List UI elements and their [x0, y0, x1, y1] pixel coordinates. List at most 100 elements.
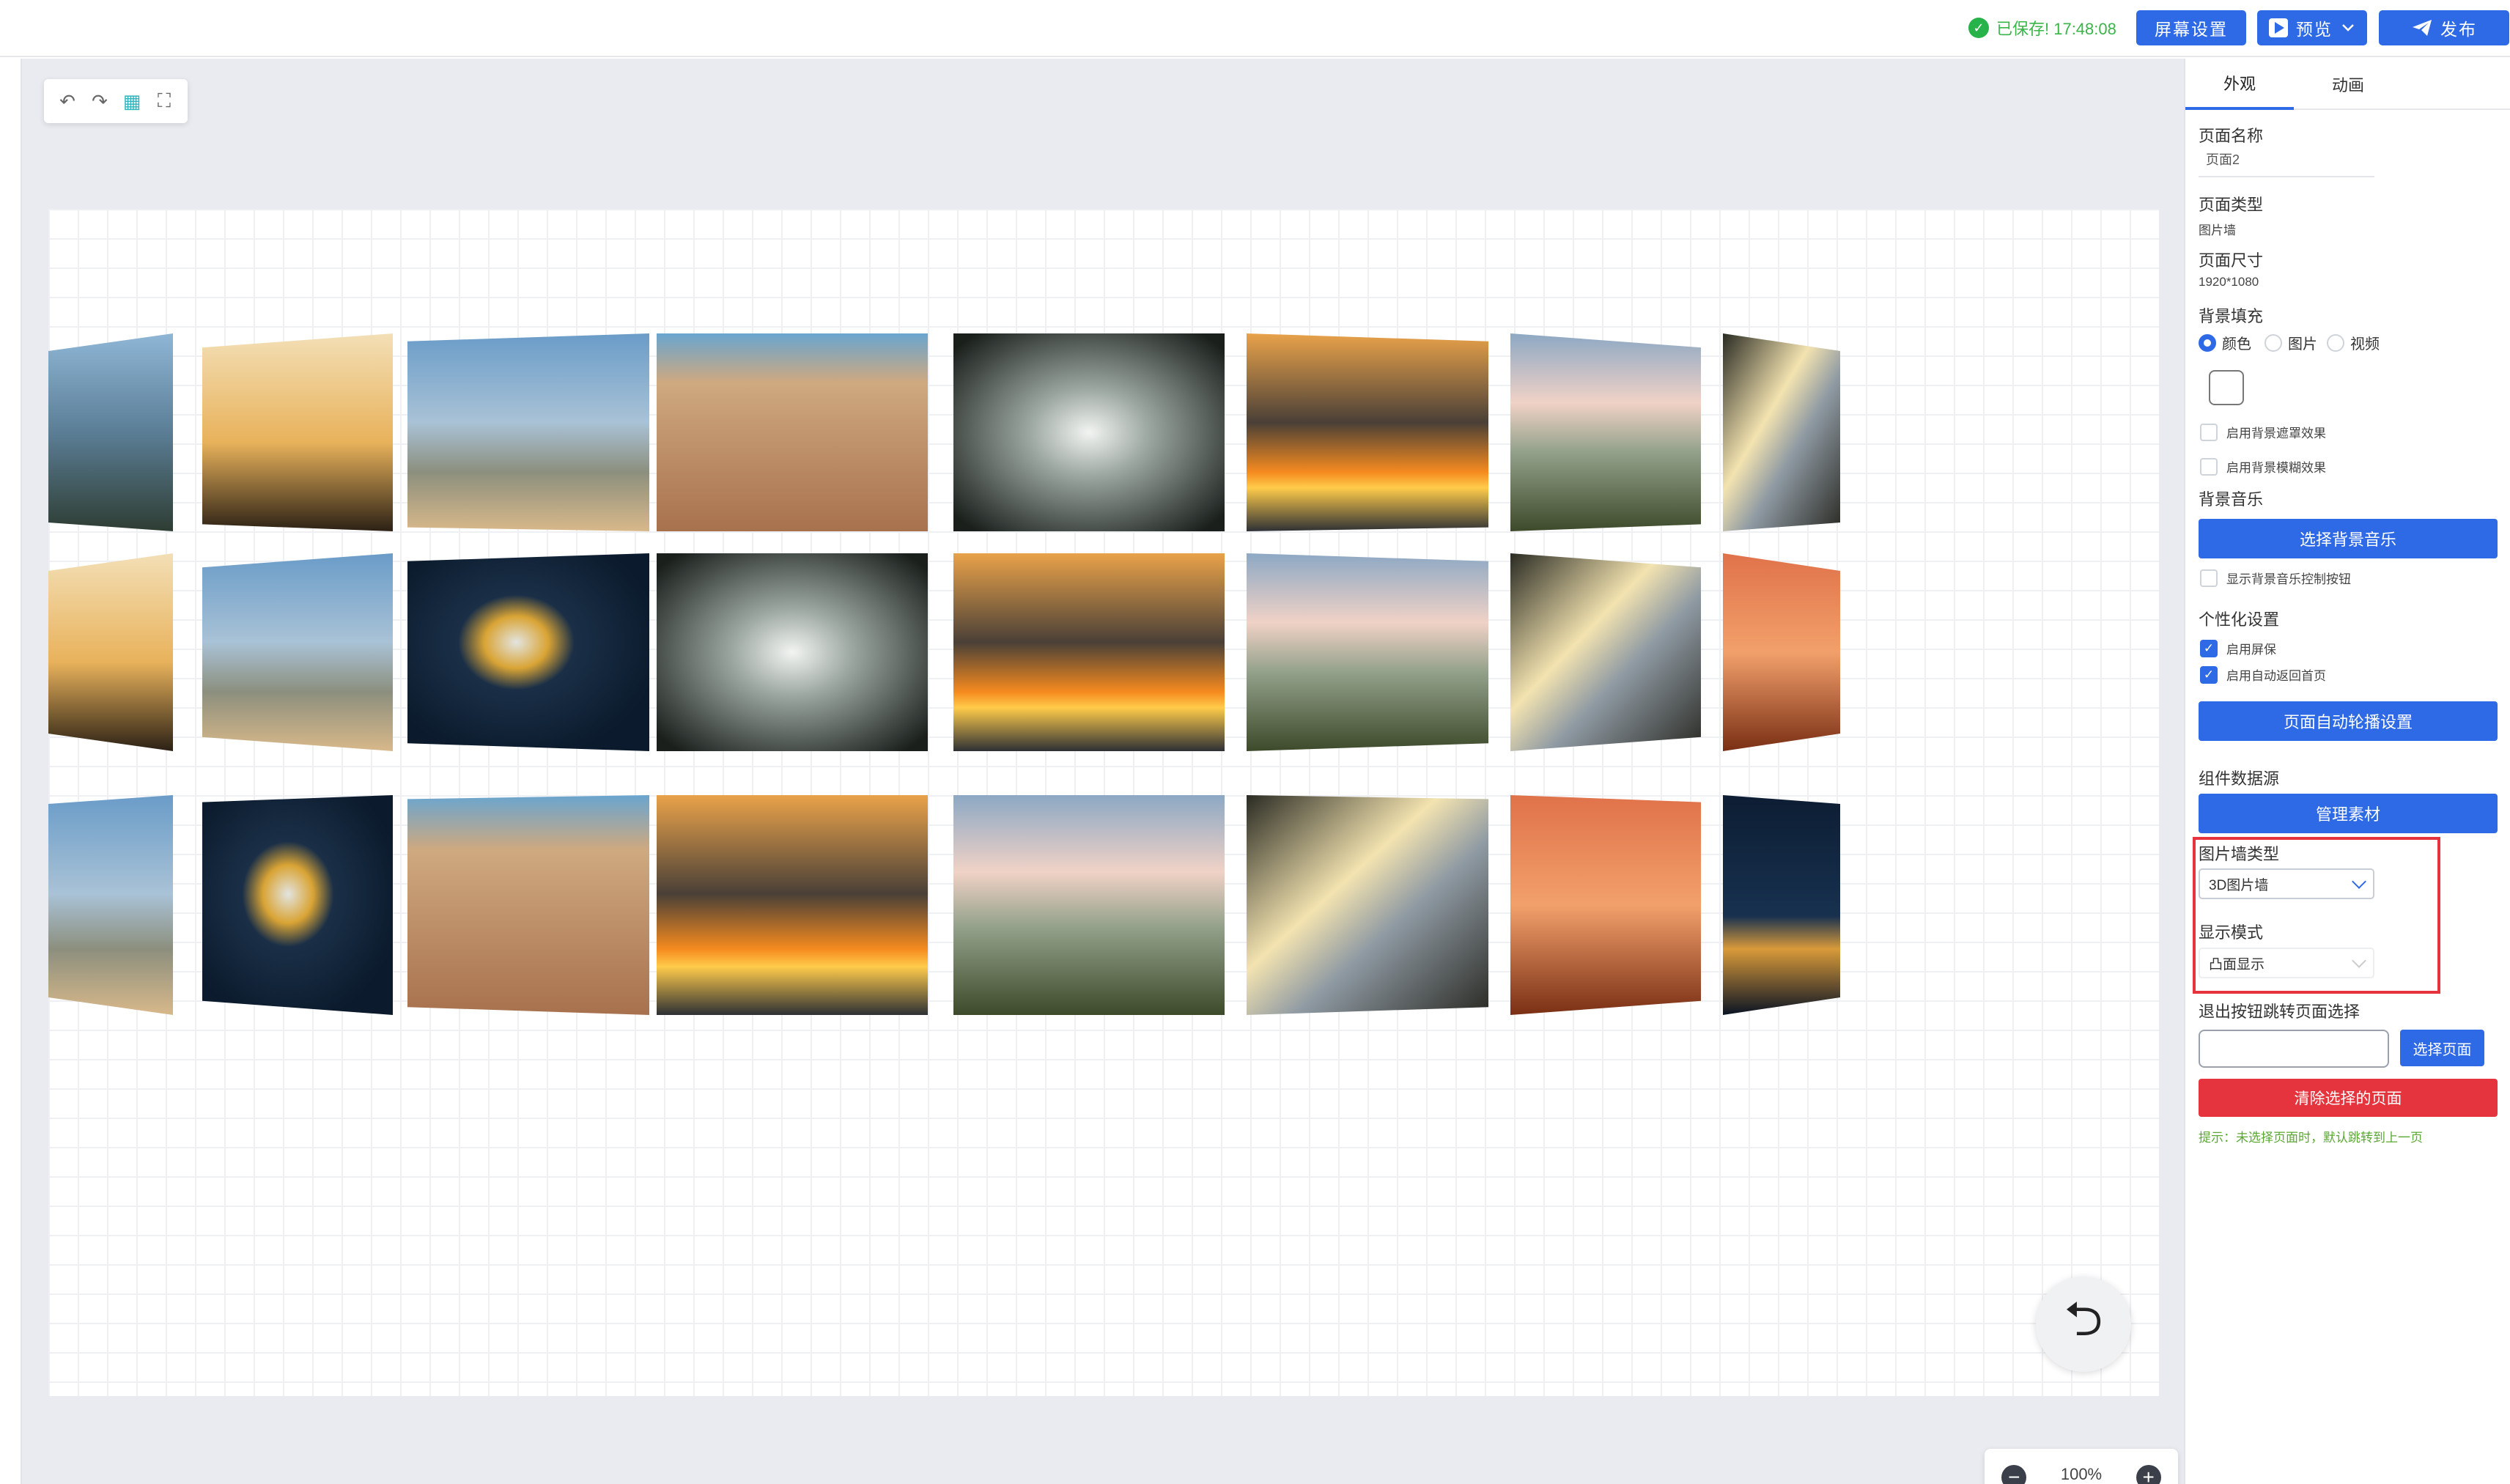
photo-tile-hot-air-balloons[interactable]	[407, 333, 649, 531]
screen-settings-button[interactable]: 屏幕设置	[2136, 10, 2246, 45]
exit-jump-label: 退出按钮跳转页面选择	[2199, 1003, 2360, 1021]
photo-tile-lake-valley[interactable]	[1510, 553, 1701, 751]
clear-page-button[interactable]: 清除选择的页面	[2199, 1079, 2498, 1117]
play-icon	[2269, 18, 2288, 37]
radio-label: 图片	[2288, 336, 2317, 352]
check-circle-icon: ✓	[1968, 18, 1989, 38]
personalization-label: 个性化设置	[2199, 610, 2280, 629]
checkbox-box: ✓	[2200, 665, 2218, 684]
publish-button[interactable]: 发布	[2379, 10, 2509, 45]
checkbox-box	[2200, 457, 2218, 476]
undo-icon[interactable]: ↶	[55, 89, 80, 114]
zoom-control: − 100% +	[1985, 1449, 2178, 1484]
properties-panel: 外观 动画 页面名称 页面2 页面类型 图片墙 页面尺寸 1920*1080 背…	[2184, 59, 2510, 1484]
photo-tile-jellyfish[interactable]	[407, 553, 649, 751]
checkbox-label: 显示背景音乐控制按钮	[2226, 572, 2351, 586]
page-size-value: 1920*1080	[2199, 275, 2259, 289]
tab-animation[interactable]: 动画	[2294, 59, 2402, 110]
annotation-highlight-box	[2193, 837, 2440, 994]
checkbox-box	[2200, 423, 2218, 441]
zoom-level: 100%	[2060, 1465, 2103, 1483]
photo-tile-cloudy-hills[interactable]	[1510, 333, 1701, 531]
design-canvas[interactable]	[48, 209, 2159, 1396]
photo-tile-forest-canopy[interactable]	[953, 333, 1225, 531]
redo-icon[interactable]: ↷	[87, 89, 112, 114]
photo-tile-sunset-grass[interactable]	[1510, 795, 1701, 1015]
checkbox-label: 启用背景模糊效果	[2226, 461, 2326, 475]
radio-circle	[2199, 333, 2216, 352]
checkbox-label: 启用屏保	[2226, 643, 2276, 657]
bg-mask-checkbox[interactable]: 启用背景遮罩效果	[2200, 423, 2326, 441]
photo-tile-desert-dunes[interactable]	[407, 795, 649, 1015]
grid-icon[interactable]: ▦	[119, 89, 144, 114]
panel-tabs: 外观 动画	[2185, 59, 2510, 110]
canvas-toolbar: ↶ ↷ ▦ ⛶	[44, 79, 188, 123]
photo-tile-jellyfish[interactable]	[202, 795, 393, 1015]
photo-tile-hot-air-balloons[interactable]	[202, 553, 393, 751]
carousel-settings-button[interactable]: 页面自动轮播设置	[2199, 701, 2498, 741]
photo-tile-cloudy-hills[interactable]	[1247, 553, 1488, 751]
photo-tile-ocean-sunset[interactable]	[953, 553, 1225, 751]
fit-screen-icon[interactable]: ⛶	[152, 89, 177, 114]
radio-label: 视频	[2350, 336, 2380, 352]
bg-music-label: 背景音乐	[2199, 490, 2264, 509]
radio-color[interactable]: 颜色	[2199, 332, 2251, 353]
photo-tile-golden-haze[interactable]	[202, 333, 393, 531]
paper-plane-icon	[2413, 20, 2432, 36]
bg-color-picker[interactable]	[2209, 370, 2244, 405]
return-icon: ⮌	[2064, 1291, 2103, 1345]
photo-tile-sunset-grass[interactable]	[1723, 553, 1840, 751]
page-type-label: 页面类型	[2199, 196, 2264, 214]
chevron-down-icon	[2342, 24, 2354, 32]
left-sidebar-strip	[0, 59, 22, 1484]
top-bar: ✓ 已保存! 17:48:08 屏幕设置 预览 发布	[0, 0, 2510, 57]
checkbox-box	[2200, 569, 2218, 587]
radio-circle	[2264, 333, 2282, 352]
back-button[interactable]: ⮌	[2036, 1277, 2131, 1372]
choose-page-button[interactable]: 选择页面	[2400, 1030, 2484, 1066]
auto-home-checkbox[interactable]: ✓ 启用自动返回首页	[2200, 665, 2326, 684]
radio-image[interactable]: 图片	[2264, 332, 2317, 353]
tab-appearance[interactable]: 外观	[2185, 59, 2294, 110]
zoom-out-button[interactable]: −	[2001, 1465, 2027, 1484]
choose-music-button[interactable]: 选择背景音乐	[2199, 519, 2498, 558]
zoom-in-button[interactable]: +	[2136, 1465, 2161, 1484]
save-status: ✓ 已保存! 17:48:08	[1968, 15, 2116, 41]
page-name-label: 页面名称	[2199, 127, 2264, 145]
screen-settings-label: 屏幕设置	[2155, 20, 2228, 39]
checkbox-box: ✓	[2200, 639, 2218, 657]
picture-wall[interactable]	[48, 209, 2159, 1396]
hint-text: 提示：未选择页面时，默认跳转到上一页	[2199, 1131, 2423, 1145]
page-type-value: 图片墙	[2199, 224, 2236, 237]
editor-app: ✓ 已保存! 17:48:08 屏幕设置 预览 发布 ↶ ↷ ▦ ⛶ ⮌ − 1…	[0, 0, 2510, 1484]
save-status-text: 已保存! 17:48:08	[1996, 20, 2116, 38]
radio-circle	[2327, 333, 2344, 352]
photo-tile-ocean-sunset[interactable]	[1247, 333, 1488, 531]
bg-blur-checkbox[interactable]: 启用背景模糊效果	[2200, 457, 2326, 476]
page-name-input[interactable]: 页面2	[2199, 145, 2374, 177]
bg-fill-label: 背景填充	[2199, 307, 2264, 325]
photo-tile-hot-air-balloons[interactable]	[48, 795, 173, 1015]
show-music-button-checkbox[interactable]: 显示背景音乐控制按钮	[2200, 569, 2351, 587]
photo-tile-ocean-sunset[interactable]	[657, 795, 928, 1015]
photo-tile-golden-haze[interactable]	[48, 553, 173, 751]
checkbox-label: 启用自动返回首页	[2226, 669, 2326, 683]
photo-tile-lake-valley[interactable]	[1723, 333, 1840, 531]
photo-tile-lake-valley[interactable]	[1247, 795, 1488, 1015]
photo-tile-window-mountain[interactable]	[48, 333, 173, 531]
photo-tile-city-night[interactable]	[1723, 795, 1840, 1015]
page-size-label: 页面尺寸	[2199, 251, 2264, 270]
preview-button[interactable]: 预览	[2257, 10, 2367, 45]
photo-tile-desert-dunes[interactable]	[657, 333, 928, 531]
radio-label: 颜色	[2222, 336, 2251, 352]
publish-label: 发布	[2440, 20, 2477, 39]
jump-page-input[interactable]	[2199, 1030, 2389, 1068]
preview-label: 预览	[2296, 20, 2333, 39]
checkbox-label: 启用背景遮罩效果	[2226, 427, 2326, 440]
radio-video[interactable]: 视频	[2327, 332, 2380, 353]
editor-workspace: ↶ ↷ ▦ ⛶ ⮌ − 100% +	[22, 59, 2201, 1484]
photo-tile-forest-canopy[interactable]	[657, 553, 928, 751]
manage-assets-button[interactable]: 管理素材	[2199, 794, 2498, 833]
photo-tile-cloudy-hills[interactable]	[953, 795, 1225, 1015]
screensaver-checkbox[interactable]: ✓ 启用屏保	[2200, 639, 2276, 657]
